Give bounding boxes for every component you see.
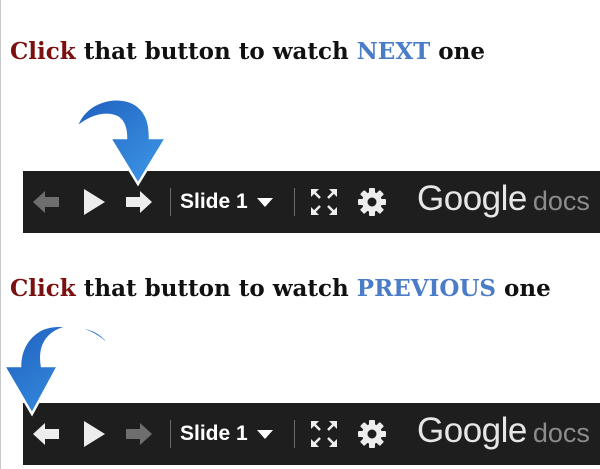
instruction-end: one <box>430 38 486 65</box>
instruction-end: one <box>496 275 551 302</box>
prev-slide-button[interactable] <box>29 171 63 233</box>
dropdown-caret-icon <box>256 430 273 439</box>
toolbar-separator <box>294 188 295 216</box>
pointer-arrow-icon <box>1 324 114 417</box>
docs-logo-text: docs <box>532 418 590 448</box>
google-logo-text: Google <box>417 179 527 218</box>
slide-selector[interactable]: Slide 1 <box>180 403 290 465</box>
fullscreen-icon <box>311 189 337 215</box>
instruction-text: that button to watch <box>75 38 357 65</box>
gear-icon <box>358 188 386 216</box>
fullscreen-button[interactable] <box>306 403 342 465</box>
slide-selector[interactable]: Slide 1 <box>180 171 290 233</box>
keyword-previous: PREVIOUS <box>356 275 497 302</box>
instruction-next: Click that button to watch NEXT one <box>10 38 485 65</box>
toolbar-separator <box>170 420 171 448</box>
google-docs-logo: Google docs <box>417 411 590 457</box>
pointer-arrow-icon <box>73 98 169 187</box>
next-slide-icon <box>126 423 152 445</box>
fullscreen-icon <box>311 421 337 447</box>
instruction-previous: Click that button to watch PREVIOUS one <box>10 275 551 302</box>
fullscreen-button[interactable] <box>306 171 342 233</box>
slide-selector-label: Slide 1 <box>180 422 248 445</box>
settings-button[interactable] <box>355 403 389 465</box>
next-slide-button[interactable] <box>122 403 156 465</box>
gear-icon <box>358 420 386 448</box>
prev-slide-icon <box>33 191 59 213</box>
google-logo-text: Google <box>417 411 527 450</box>
instruction-text: that button to watch <box>75 275 357 302</box>
click-word: Click <box>10 275 76 302</box>
prev-slide-icon <box>33 423 59 445</box>
slide-selector-label: Slide 1 <box>180 190 248 213</box>
click-word: Click <box>10 38 76 65</box>
toolbar-separator <box>294 420 295 448</box>
dropdown-caret-icon <box>256 198 273 207</box>
keyword-next: NEXT <box>356 38 431 65</box>
settings-button[interactable] <box>355 171 389 233</box>
docs-logo-text: docs <box>532 186 590 216</box>
google-docs-logo: Google docs <box>417 179 590 225</box>
